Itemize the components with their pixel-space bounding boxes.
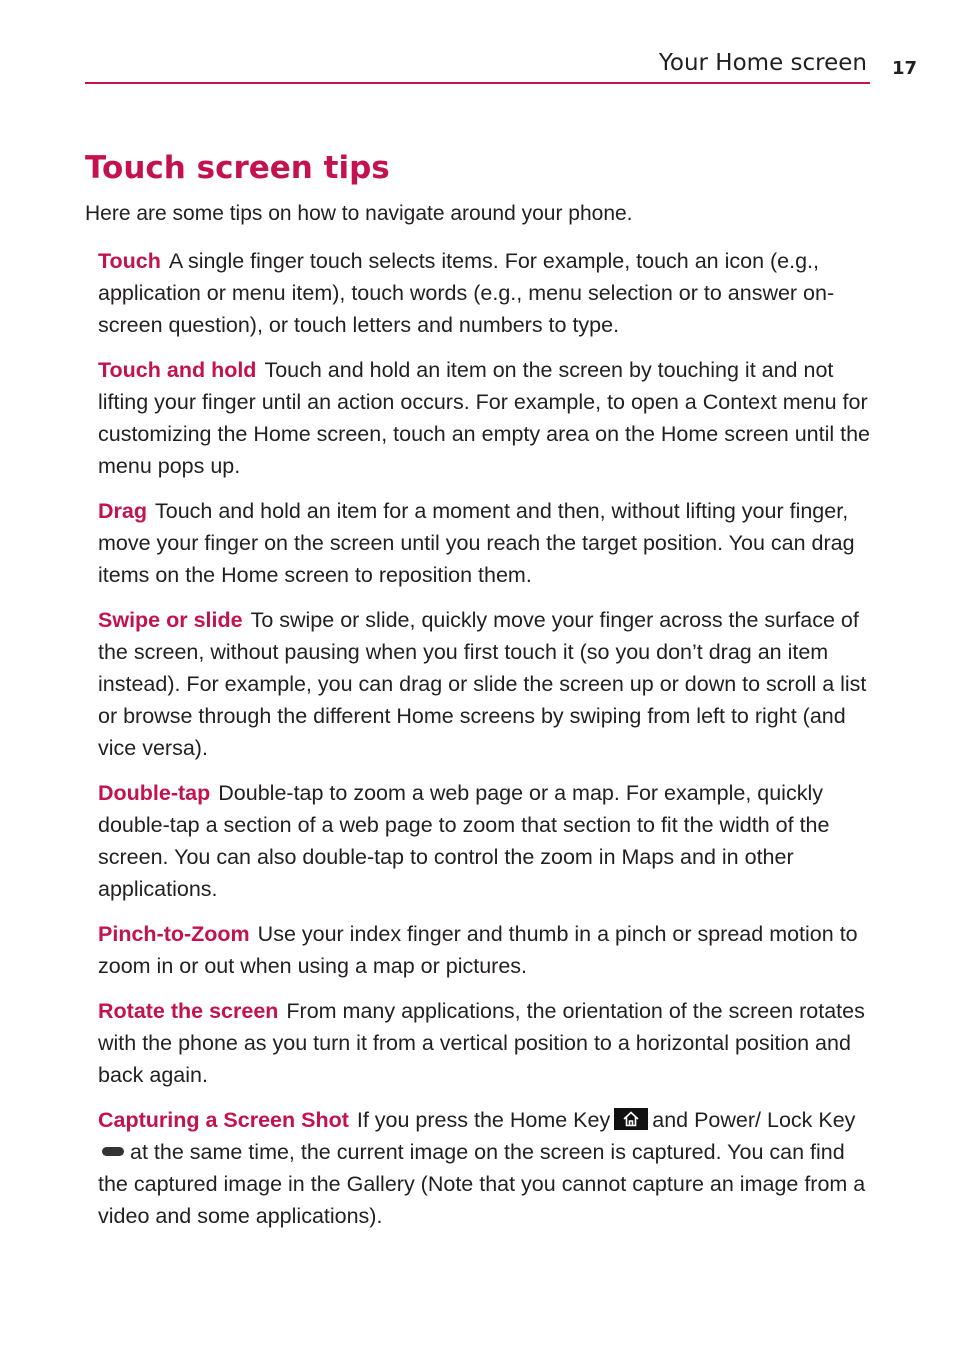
tip-term: Touch and hold: [98, 358, 257, 382]
tip-term: Pinch-to-Zoom: [98, 922, 250, 946]
tip-swipe-or-slide: Swipe or slide To swipe or slide, quickly…: [98, 604, 873, 764]
tip-term: Rotate the screen: [98, 999, 279, 1023]
power-lock-key-icon: [102, 1147, 124, 1156]
tip-text: A single finger touch selects items. For…: [98, 249, 835, 337]
tip-touch-and-hold: Touch and hold Touch and hold an item on …: [98, 354, 873, 482]
page-number: 17: [892, 58, 918, 79]
tip-drag: Drag Touch and hold an item for a moment …: [98, 495, 873, 591]
tip-text: If you press the: [356, 1108, 504, 1132]
home-icon: [614, 1108, 649, 1130]
intro-text: Here are some tips on how to navigate ar…: [85, 202, 633, 225]
page-title: Touch screen tips: [85, 150, 390, 186]
power-key-label: Power/ Lock Key: [694, 1108, 856, 1132]
tip-term: Touch: [98, 249, 161, 273]
tip-term: Drag: [98, 499, 147, 523]
tip-text: at the same time, the current image on t…: [98, 1140, 866, 1228]
tip-term: Double-tap: [98, 781, 211, 805]
tip-term: Capturing a Screen Shot: [98, 1108, 349, 1132]
tips-list: Touch A single finger touch selects items…: [98, 245, 873, 1245]
tip-pinch-to-zoom: Pinch-to-Zoom Use your index finger and t…: [98, 918, 873, 982]
section-title: Your Home screen: [658, 50, 867, 76]
tip-capturing-screen-shot: Capturing a Screen Shot If you press the …: [98, 1104, 873, 1232]
tip-term: Swipe or slide: [98, 608, 243, 632]
tip-rotate-the-screen: Rotate the screen From many applications,…: [98, 995, 873, 1091]
tip-double-tap: Double-tap Double-tap to zoom a web page …: [98, 777, 873, 905]
tip-text: and: [652, 1108, 689, 1132]
tip-touch: Touch A single finger touch selects items…: [98, 245, 873, 341]
home-key-label: Home Key: [509, 1108, 611, 1132]
tip-text: Touch and hold an item for a moment and …: [98, 499, 855, 587]
running-header: Your Home screen: [85, 50, 870, 84]
